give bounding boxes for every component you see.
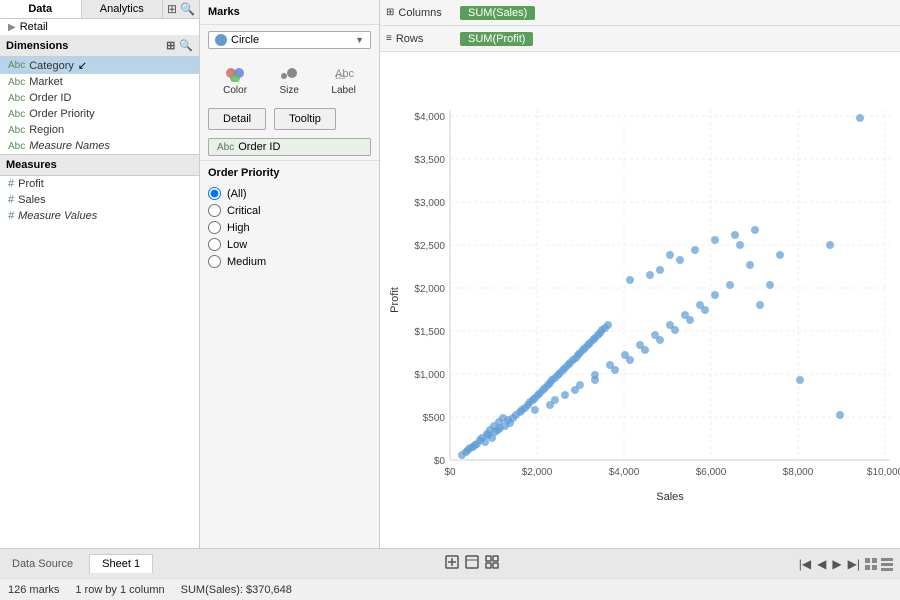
svg-text:$2,000: $2,000 <box>414 284 445 295</box>
rows-lines-icon: ≡ <box>386 33 392 44</box>
svg-text:$500: $500 <box>423 413 446 424</box>
dim-item-market[interactable]: Abc Market <box>0 74 199 90</box>
label-icon: Abc 123 <box>332 63 356 83</box>
new-sheet-icon[interactable] <box>464 554 480 573</box>
prev-page-btn[interactable]: ◀ <box>815 557 828 571</box>
retail-icon: ▶ <box>8 22 16 33</box>
mark-type-select[interactable]: Circle ▼ <box>208 31 371 49</box>
svg-text:$8,000: $8,000 <box>783 467 814 478</box>
columns-grid-icon: ⊞ <box>386 7 394 18</box>
dropdown-arrow-icon: ▼ <box>355 35 364 45</box>
circle-mark-icon <box>215 34 227 46</box>
svg-text:$1,000: $1,000 <box>414 370 445 381</box>
svg-text:$4,000: $4,000 <box>414 112 445 123</box>
order-id-label: Order ID <box>238 141 280 153</box>
filter-critical[interactable]: Critical <box>208 202 371 219</box>
new-datasource-icon[interactable] <box>444 554 460 573</box>
mark-type-label: Circle <box>231 34 259 46</box>
marks-count: 126 marks <box>8 584 59 596</box>
row-col: 1 row by 1 column <box>75 584 164 596</box>
filter-all[interactable]: (All) <box>208 185 371 202</box>
grid-view-icon <box>864 557 878 571</box>
first-page-btn[interactable]: |◀ <box>797 557 813 571</box>
search-icon-dims[interactable]: 🔍 <box>179 39 193 52</box>
pill-icon: Abc <box>217 142 234 153</box>
grid-icon[interactable]: ⊞ <box>167 2 177 16</box>
svg-text:$3,000: $3,000 <box>414 198 445 209</box>
list-view-icon <box>880 557 894 571</box>
y-axis-label: Profit <box>389 287 401 313</box>
meas-item-measure-values[interactable]: # Measure Values <box>0 208 199 224</box>
retail-label: Retail <box>20 21 48 33</box>
marks-header: Marks <box>200 0 379 25</box>
svg-text:$6,000: $6,000 <box>696 467 727 478</box>
columns-label: Columns <box>398 7 441 19</box>
detail-button[interactable]: Detail <box>208 108 266 130</box>
size-icon <box>277 63 301 83</box>
svg-text:$4,000: $4,000 <box>609 467 640 478</box>
retail-item[interactable]: ▶ Retail <box>0 19 199 35</box>
label-button[interactable]: Abc 123 Label <box>323 59 363 100</box>
svg-text:$0: $0 <box>434 456 446 467</box>
tooltip-button[interactable]: Tooltip <box>274 108 336 130</box>
dim-item-measure-names[interactable]: Abc Measure Names <box>0 138 199 154</box>
grid-icon-dims[interactable]: ⊞ <box>166 39 175 52</box>
tab-data[interactable]: Data <box>0 0 82 18</box>
dim-item-order-id[interactable]: Abc Order ID <box>0 90 199 106</box>
meas-item-sales[interactable]: # Sales <box>0 192 199 208</box>
chart-area: Profit <box>380 52 900 548</box>
measures-label: Measures <box>6 159 57 171</box>
dimensions-header: Dimensions ⊞ 🔍 <box>0 35 199 57</box>
svg-text:123: 123 <box>335 75 346 81</box>
scatter-chart: Profit <box>380 60 900 540</box>
x-axis-label: Sales <box>656 491 684 503</box>
search-icon[interactable]: 🔍 <box>180 2 195 16</box>
dimensions-label: Dimensions <box>6 40 68 52</box>
tab-analytics[interactable]: Analytics <box>82 0 164 18</box>
bottom-bar: Data Source Sheet 1 |◀ ◀ ▶ ▶| <box>0 548 900 578</box>
color-button[interactable]: Color <box>215 59 255 100</box>
columns-pill[interactable]: SUM(Sales) <box>460 6 535 20</box>
dim-item-order-priority[interactable]: Abc Order Priority <box>0 106 199 122</box>
last-page-btn[interactable]: ▶| <box>846 557 862 571</box>
dim-item-region[interactable]: Abc Region <box>0 122 199 138</box>
new-dashboard-icon[interactable] <box>484 554 500 573</box>
filter-low[interactable]: Low <box>208 236 371 253</box>
svg-text:$1,500: $1,500 <box>414 327 445 338</box>
svg-text:$0: $0 <box>444 467 456 478</box>
svg-text:$10,000: $10,000 <box>867 467 900 478</box>
rows-pill[interactable]: SUM(Profit) <box>460 32 533 46</box>
rows-label: Rows <box>396 33 424 45</box>
columns-shelf: ⊞ Columns SUM(Sales) <box>380 0 900 26</box>
filter-medium[interactable]: Medium <box>208 253 371 270</box>
filter-label: Order Priority <box>208 167 371 179</box>
size-button[interactable]: Size <box>269 59 309 100</box>
svg-text:$2,000: $2,000 <box>522 467 553 478</box>
meas-item-profit[interactable]: # Profit <box>0 176 199 192</box>
sheet1-tab[interactable]: Sheet 1 <box>89 554 153 573</box>
nav-arrows: |◀ ◀ ▶ ▶| <box>791 557 900 571</box>
tab-icons <box>436 554 508 573</box>
color-icon <box>223 63 247 83</box>
next-page-btn[interactable]: ▶ <box>830 557 843 571</box>
dim-item-category[interactable]: Abc Category ↙ <box>0 57 199 74</box>
svg-text:$2,500: $2,500 <box>414 241 445 252</box>
status-bar: 126 marks 1 row by 1 column SUM(Sales): … <box>0 578 900 600</box>
filter-high[interactable]: High <box>208 219 371 236</box>
datasource-tab[interactable]: Data Source <box>0 555 85 573</box>
order-id-pill[interactable]: Abc Order ID <box>208 138 371 156</box>
sum-sales-status: SUM(Sales): $370,648 <box>181 584 292 596</box>
measures-header: Measures <box>0 155 199 176</box>
rows-shelf: ≡ Rows SUM(Profit) <box>380 26 900 52</box>
svg-text:$3,500: $3,500 <box>414 155 445 166</box>
